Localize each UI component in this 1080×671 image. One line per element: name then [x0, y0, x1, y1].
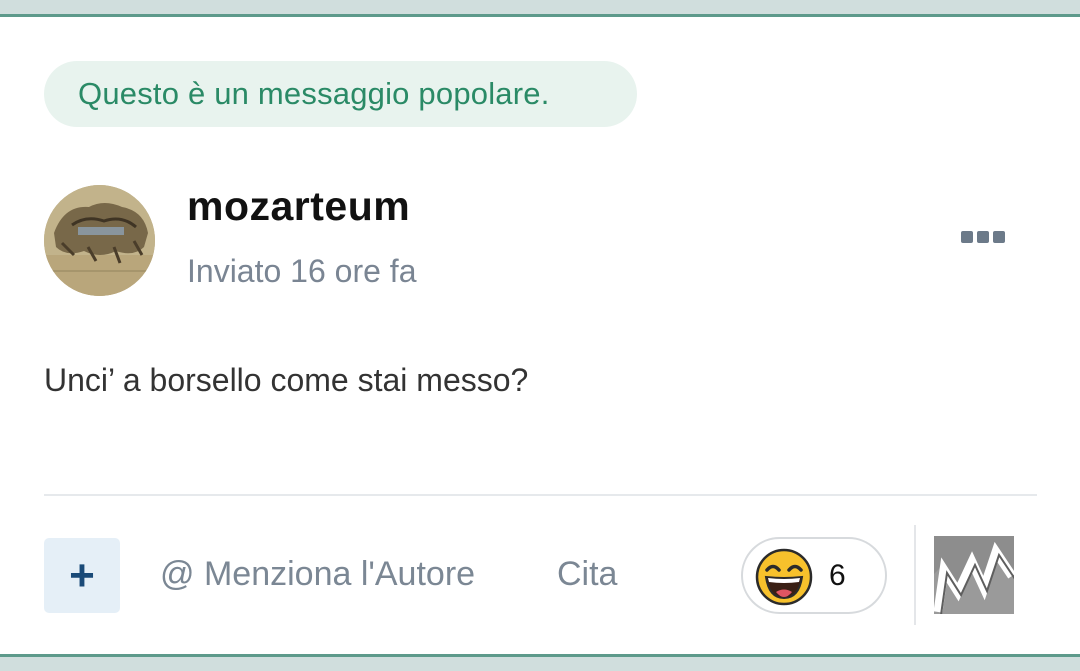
ellipsis-icon-dot	[977, 231, 989, 243]
author-avatar[interactable]	[44, 185, 155, 296]
mention-author-link[interactable]: @ Menziona l'Autore	[160, 555, 475, 594]
divider	[44, 494, 1037, 496]
bottom-strip	[0, 657, 1080, 671]
popular-badge-text: Questo è un messaggio popolare.	[78, 76, 550, 111]
top-accent-line	[0, 14, 1080, 17]
laughing-face-icon	[755, 548, 813, 606]
author-name[interactable]: mozarteum	[187, 183, 410, 230]
vertical-separator	[914, 525, 916, 625]
plus-icon: +	[69, 550, 95, 600]
reaction-pill[interactable]: 6	[741, 537, 887, 614]
avatar-image	[44, 185, 155, 296]
quote-link[interactable]: Cita	[557, 555, 617, 594]
top-strip	[0, 0, 1080, 14]
post-card: Questo è un messaggio popolare. mozarteu…	[0, 0, 1080, 671]
reactor-avatar[interactable]	[934, 536, 1014, 614]
post-time[interactable]: Inviato 16 ore fa	[187, 253, 416, 290]
post-body: Unci’ a borsello come stai messo?	[44, 362, 529, 398]
reactor-avatar-image	[934, 536, 1014, 614]
ellipsis-icon	[961, 231, 973, 243]
popular-badge: Questo è un messaggio popolare.	[44, 61, 637, 127]
reaction-count: 6	[829, 559, 846, 592]
more-options-button[interactable]	[955, 222, 1011, 252]
ellipsis-icon-dot	[993, 231, 1005, 243]
add-reaction-button[interactable]: +	[44, 538, 120, 613]
